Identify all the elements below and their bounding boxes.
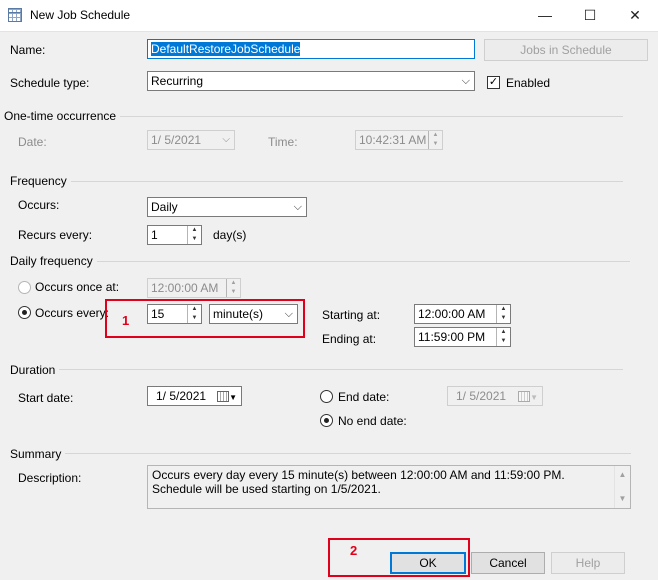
annotation-label-2: 2 — [350, 543, 358, 558]
description-textarea[interactable]: Occurs every day every 15 minute(s) betw… — [147, 465, 631, 509]
scroll-up-icon: ▲ — [618, 470, 627, 479]
one-time-title: One-time occurrence — [4, 109, 121, 123]
jobs-in-schedule-button[interactable]: Jobs in Schedule — [484, 39, 648, 61]
one-time-date-value: 1/ 5/2021 — [151, 133, 202, 147]
description-scrollbar[interactable]: ▲ ▼ — [614, 466, 630, 508]
arrow-up-icon: ▲ — [500, 329, 507, 335]
schedule-type-label: Schedule type: — [10, 76, 90, 90]
end-date-value: 1/ 5/2021 — [456, 389, 507, 403]
close-button[interactable]: ✕ — [625, 6, 645, 24]
recurs-every-label: Recurs every: — [18, 228, 93, 242]
end-date-radio[interactable] — [320, 390, 333, 403]
chevron-down-icon: ⌵ — [222, 134, 230, 145]
arrow-up-icon: ▲ — [500, 306, 507, 312]
chevron-down-icon: ⌵ — [293, 201, 302, 213]
window-title: New Job Schedule — [30, 8, 131, 22]
ending-at-value: 11:59:00 PM — [418, 330, 486, 344]
annotation-label-1: 1 — [122, 313, 130, 328]
maximize-button[interactable]: ☐ — [580, 6, 600, 24]
start-date-picker[interactable]: 1/ 5/2021 ▼ — [147, 386, 242, 406]
recurs-unit-label: day(s) — [213, 228, 247, 242]
occurs-once-value: 12:00:00 AM — [151, 281, 219, 295]
occurs-value: Daily — [151, 200, 178, 214]
cancel-button[interactable]: Cancel — [471, 552, 545, 574]
duration-title: Duration — [10, 363, 60, 377]
end-date-label: End date: — [338, 390, 390, 404]
time-spinner[interactable]: ▲ ▼ — [428, 131, 442, 149]
scroll-down-icon: ▼ — [618, 494, 627, 503]
schedule-type-value: Recurring — [151, 74, 204, 88]
occurs-every-label: Occurs every: — [35, 306, 110, 320]
no-end-date-label: No end date: — [338, 414, 407, 428]
start-date-label: Start date: — [18, 391, 74, 405]
summary-divider — [58, 453, 631, 454]
schedule-type-select[interactable]: Recurring ⌵ — [147, 71, 475, 91]
starting-at-label: Starting at: — [322, 308, 381, 322]
one-time-divider — [100, 116, 623, 117]
name-value: DefaultRestoreJobSchedule — [151, 42, 301, 56]
name-input[interactable]: DefaultRestoreJobSchedule — [147, 39, 475, 59]
calendar-grid-icon — [8, 8, 22, 22]
frequency-divider — [66, 181, 623, 182]
occurs-select[interactable]: Daily ⌵ — [147, 197, 307, 217]
occurs-once-label: Occurs once at: — [35, 280, 120, 294]
arrow-down-icon: ▼ — [432, 141, 439, 147]
one-time-time-label: Time: — [268, 135, 298, 149]
end-date-picker[interactable]: 1/ 5/2021 ▼ — [447, 386, 543, 406]
once-spinner[interactable]: ▲ ▼ — [226, 279, 240, 297]
one-time-time-input[interactable]: 10:42:31 AM ▲ ▼ — [355, 130, 443, 150]
daily-frequency-divider — [87, 261, 630, 262]
description-label: Description: — [18, 471, 82, 485]
one-time-time-value: 10:42:31 AM — [359, 133, 427, 147]
arrow-down-icon: ▼ — [230, 289, 237, 295]
recurs-every-value: 1 — [151, 228, 158, 242]
name-label: Name: — [10, 43, 46, 57]
occurs-every-radio[interactable] — [18, 306, 31, 319]
recurs-spinner[interactable]: ▲ ▼ — [187, 226, 201, 244]
one-time-date-label: Date: — [18, 135, 47, 149]
dropdown-arrow-icon: ▼ — [530, 393, 538, 402]
description-text: Occurs every day every 15 minute(s) betw… — [152, 468, 565, 496]
enabled-label: Enabled — [506, 76, 551, 90]
ending-at-label: Ending at: — [322, 332, 377, 346]
dropdown-arrow-icon: ▼ — [229, 393, 237, 402]
ending-spinner[interactable]: ▲ ▼ — [496, 328, 510, 346]
frequency-title: Frequency — [10, 174, 71, 188]
arrow-up-icon: ▲ — [230, 280, 237, 286]
no-end-date-radio[interactable] — [320, 414, 333, 427]
occurs-once-radio[interactable] — [18, 281, 31, 294]
enabled-checkbox[interactable]: ✓ — [487, 76, 500, 89]
daily-frequency-title: Daily frequency — [10, 254, 97, 268]
ending-at-input[interactable]: 11:59:00 PM ▲ ▼ — [414, 327, 511, 347]
arrow-down-icon: ▼ — [500, 338, 507, 344]
duration-divider — [56, 369, 623, 370]
help-button[interactable]: Help — [551, 552, 625, 574]
arrow-up-icon: ▲ — [432, 132, 439, 138]
start-date-value: 1/ 5/2021 — [156, 389, 207, 403]
occurs-label: Occurs: — [18, 198, 60, 212]
calendar-icon — [518, 391, 531, 403]
starting-at-input[interactable]: 12:00:00 AM ▲ ▼ — [414, 304, 511, 324]
calendar-icon — [217, 391, 230, 403]
summary-title: Summary — [10, 447, 66, 461]
chevron-down-icon: ⌵ — [461, 75, 470, 87]
minimize-button[interactable]: — — [535, 6, 555, 24]
starting-spinner[interactable]: ▲ ▼ — [496, 305, 510, 323]
occurs-once-time-input[interactable]: 12:00:00 AM ▲ ▼ — [147, 278, 241, 298]
recurs-every-input[interactable]: 1 ▲ ▼ — [147, 225, 202, 245]
arrow-down-icon: ▼ — [500, 315, 507, 321]
starting-at-value: 12:00:00 AM — [418, 307, 486, 321]
arrow-down-icon: ▼ — [191, 236, 198, 242]
arrow-up-icon: ▲ — [191, 227, 198, 233]
one-time-date-picker[interactable]: 1/ 5/2021 ⌵ — [147, 130, 235, 150]
annotation-box-1 — [105, 299, 305, 338]
